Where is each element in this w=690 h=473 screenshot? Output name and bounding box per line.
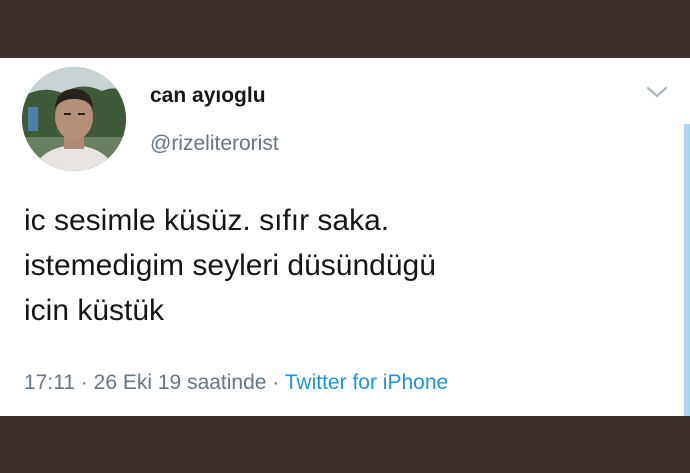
author-display-name[interactable]: can ayıoglu (150, 84, 266, 108)
profile-photo-icon (22, 67, 126, 171)
tweet-text: ic sesimle küsüz. sıfır saka. istemedigi… (24, 198, 664, 333)
tweet-date[interactable]: 26 Eki 19 saatinde (94, 371, 267, 394)
tweet-source-link[interactable]: Twitter for iPhone (285, 371, 448, 394)
tweet-text-line: istemedigim seyleri düsündügü (24, 249, 436, 282)
meta-separator: · (75, 371, 94, 394)
tweet-text-line: ic sesimle küsüz. sıfır saka. (24, 204, 390, 237)
screenshot-frame: can ayıoglu @rizeliterorist ic sesimle k… (0, 0, 690, 473)
chevron-down-icon[interactable] (646, 85, 668, 99)
tweet-card: can ayıoglu @rizeliterorist ic sesimle k… (0, 58, 690, 416)
avatar[interactable] (22, 67, 126, 171)
author-handle[interactable]: @rizeliterorist (150, 132, 279, 156)
tweet-meta: 17:11 · 26 Eki 19 saatinde · Twitter for… (24, 371, 448, 395)
tweet-text-line: icin küstük (24, 294, 165, 327)
meta-separator: · (266, 371, 285, 394)
tweet-time[interactable]: 17:11 (24, 371, 75, 394)
scroll-accent (684, 124, 690, 416)
